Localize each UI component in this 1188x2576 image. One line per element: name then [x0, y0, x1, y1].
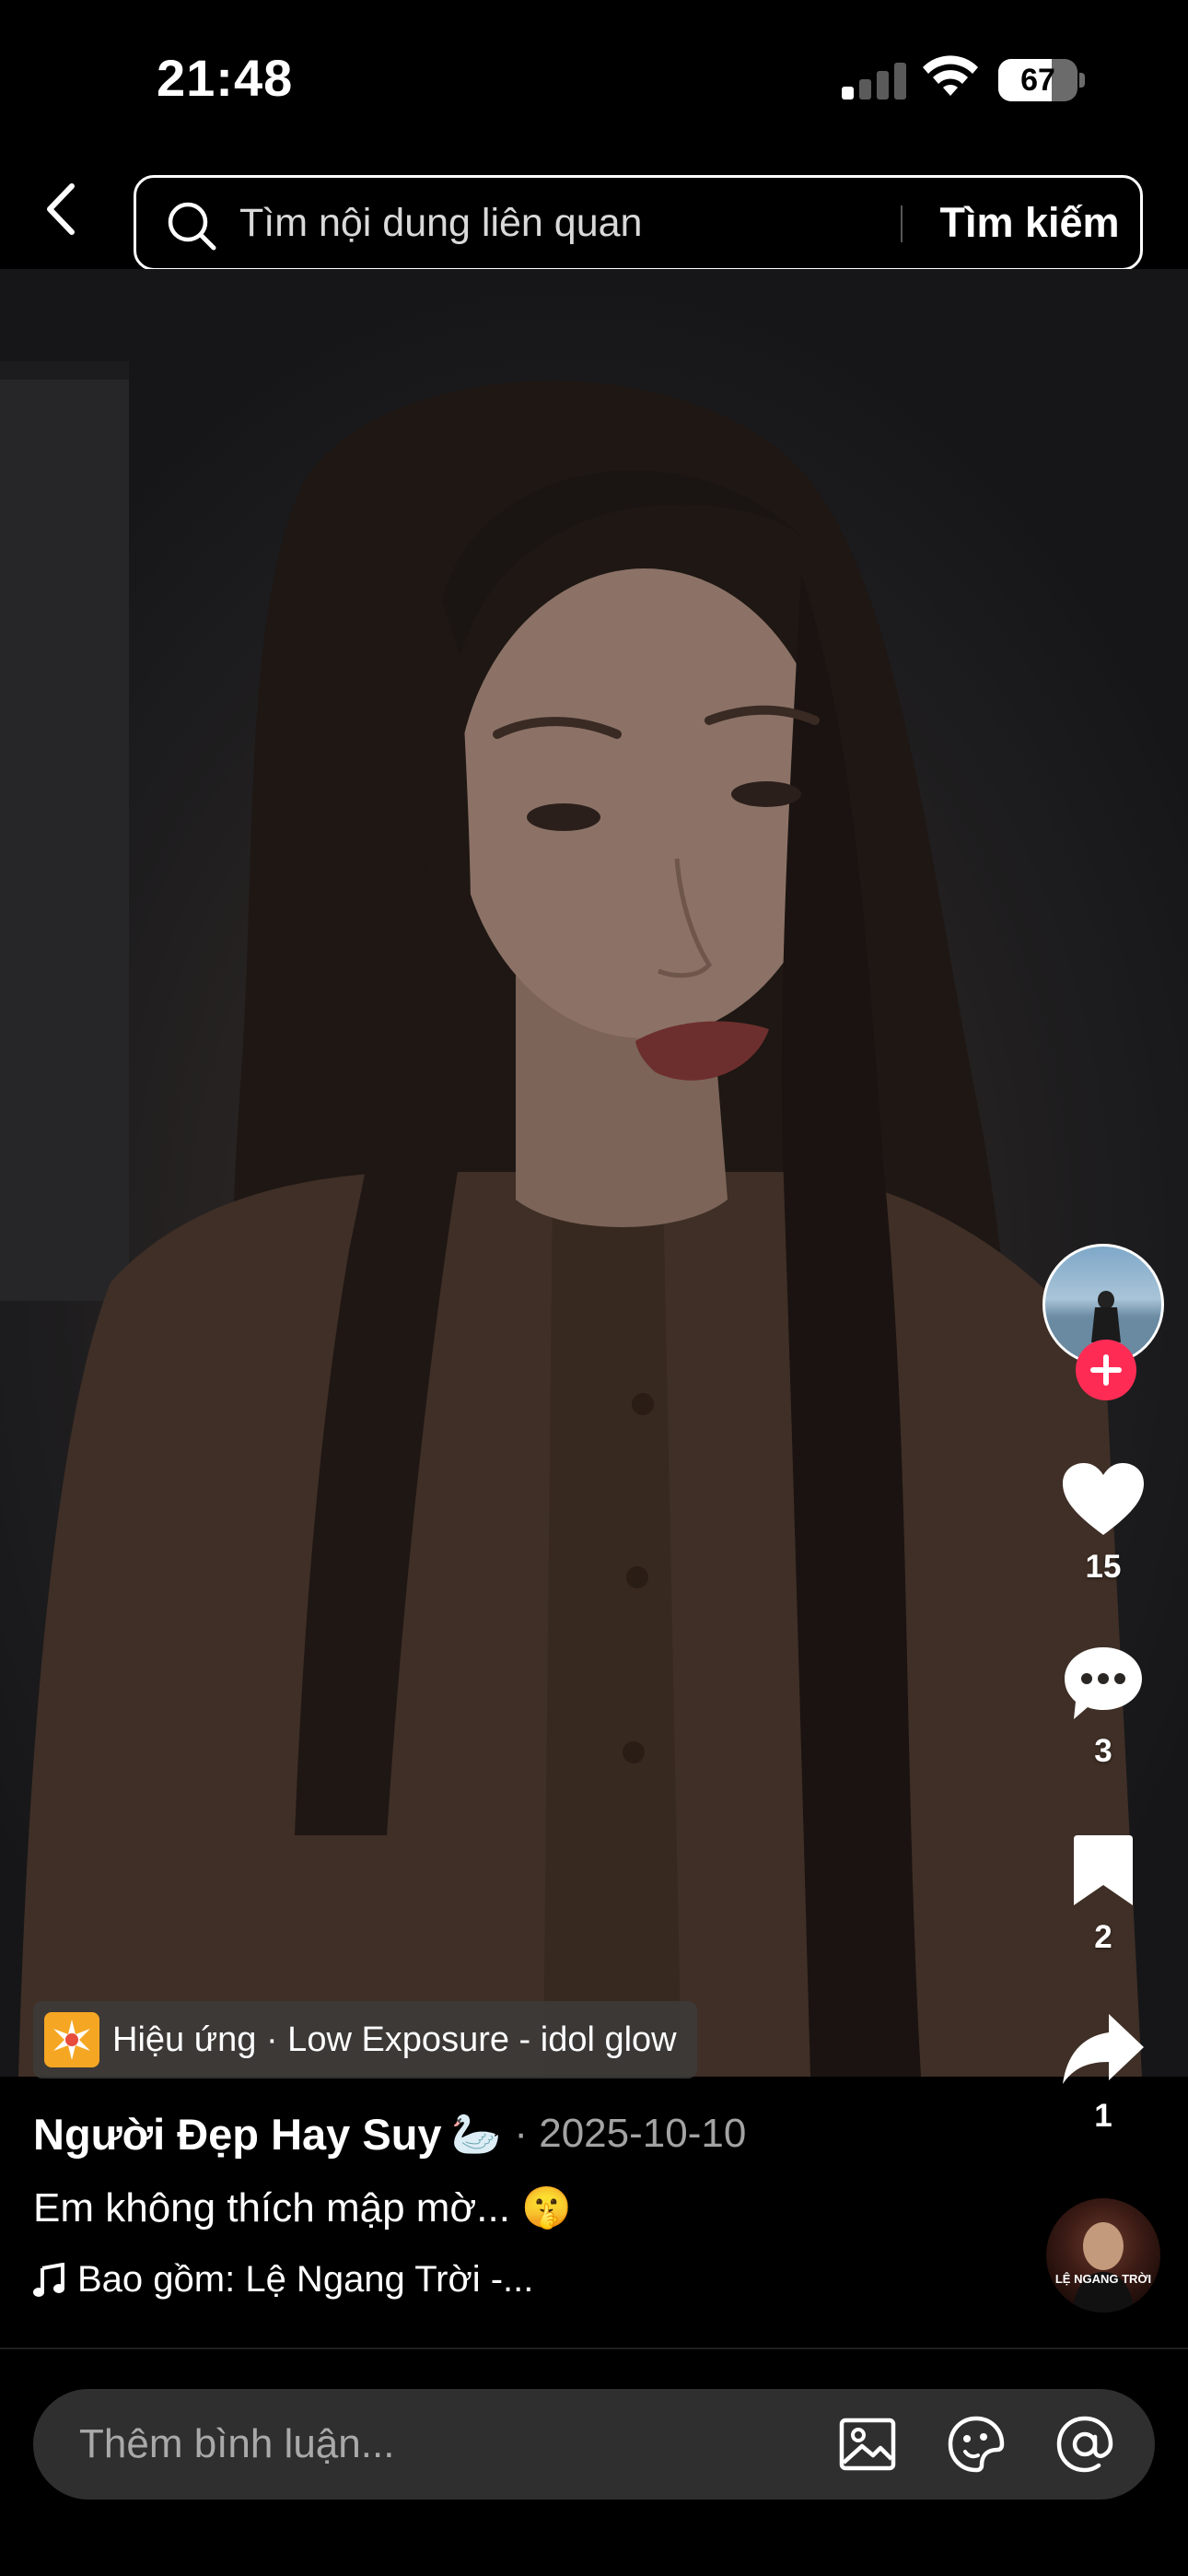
music-title: Bao gồm: Lệ Ngang Trời -... — [77, 2259, 534, 2300]
plus-icon — [1090, 1354, 1122, 1386]
search-submit-button[interactable]: Tìm kiếm — [924, 178, 1136, 268]
like-count: 15 — [1085, 1549, 1122, 1585]
wifi-icon — [923, 55, 978, 96]
swan-emoji: 🦢 — [450, 2112, 502, 2157]
search-input[interactable] — [239, 178, 1004, 268]
bookmark-icon — [1074, 1835, 1133, 1905]
battery-indicator: 67 — [998, 59, 1085, 101]
comment-button[interactable]: 3 — [1041, 1644, 1166, 1770]
chevron-left-icon — [47, 183, 75, 235]
sticker-icon[interactable] — [947, 2415, 1006, 2474]
like-button[interactable]: 15 — [1041, 1461, 1166, 1586]
video-frame-image — [0, 361, 1142, 2077]
search-header: Tìm kiếm — [0, 157, 1188, 271]
post-caption[interactable]: Em không thích mập mờ... 🤫 — [33, 2184, 572, 2231]
author-line: Người Đẹp Hay Suy 🦢 · 2025-10-10 — [33, 2103, 746, 2164]
search-icon — [168, 202, 216, 251]
comment-count: 3 — [1094, 1733, 1112, 1769]
share-button[interactable]: 1 — [1041, 2010, 1166, 2135]
follow-button[interactable] — [1076, 1340, 1136, 1400]
bookmark-button[interactable]: 2 — [1041, 1832, 1166, 1956]
comment-bubble-icon — [1065, 1647, 1142, 1719]
bookmark-count: 2 — [1094, 1919, 1112, 1955]
search-box: Tìm kiếm — [134, 175, 1143, 271]
music-disc-label: LỆ NGANG TRỜI — [1054, 2272, 1152, 2286]
music-disc-art — [1072, 2222, 1135, 2313]
comment-bar — [33, 2389, 1155, 2500]
back-button[interactable] — [33, 177, 88, 241]
search-divider — [901, 205, 903, 242]
share-arrow-icon — [1063, 2014, 1144, 2084]
music-disc[interactable]: LỆ NGANG TRỜI — [1046, 2198, 1160, 2313]
status-bar: 21:48 67 — [0, 0, 1188, 157]
share-count: 1 — [1094, 2098, 1112, 2134]
image-icon[interactable] — [838, 2415, 897, 2474]
battery-level: 67 — [1020, 63, 1055, 98]
effect-tag[interactable]: Hiệu ứng · Low Exposure - idol glow — [33, 2001, 697, 2078]
effect-label: Hiệu ứng · Low Exposure - idol glow — [112, 2020, 677, 2059]
at-mention-icon[interactable] — [1055, 2415, 1114, 2474]
post-date: · 2025-10-10 — [514, 2111, 747, 2156]
sparkle-effect-icon — [44, 2012, 99, 2067]
cellular-signal-icon — [842, 61, 906, 100]
music-info[interactable]: Bao gồm: Lệ Ngang Trời -... — [33, 2259, 533, 2301]
music-note-icon — [33, 2262, 64, 2298]
divider — [0, 2348, 1188, 2349]
comment-input[interactable] — [79, 2389, 816, 2500]
author-name[interactable]: Người Đẹp Hay Suy — [33, 2109, 442, 2160]
heart-icon — [1063, 1463, 1144, 1535]
status-time: 21:48 — [157, 49, 294, 107]
video-player[interactable] — [0, 269, 1188, 2077]
